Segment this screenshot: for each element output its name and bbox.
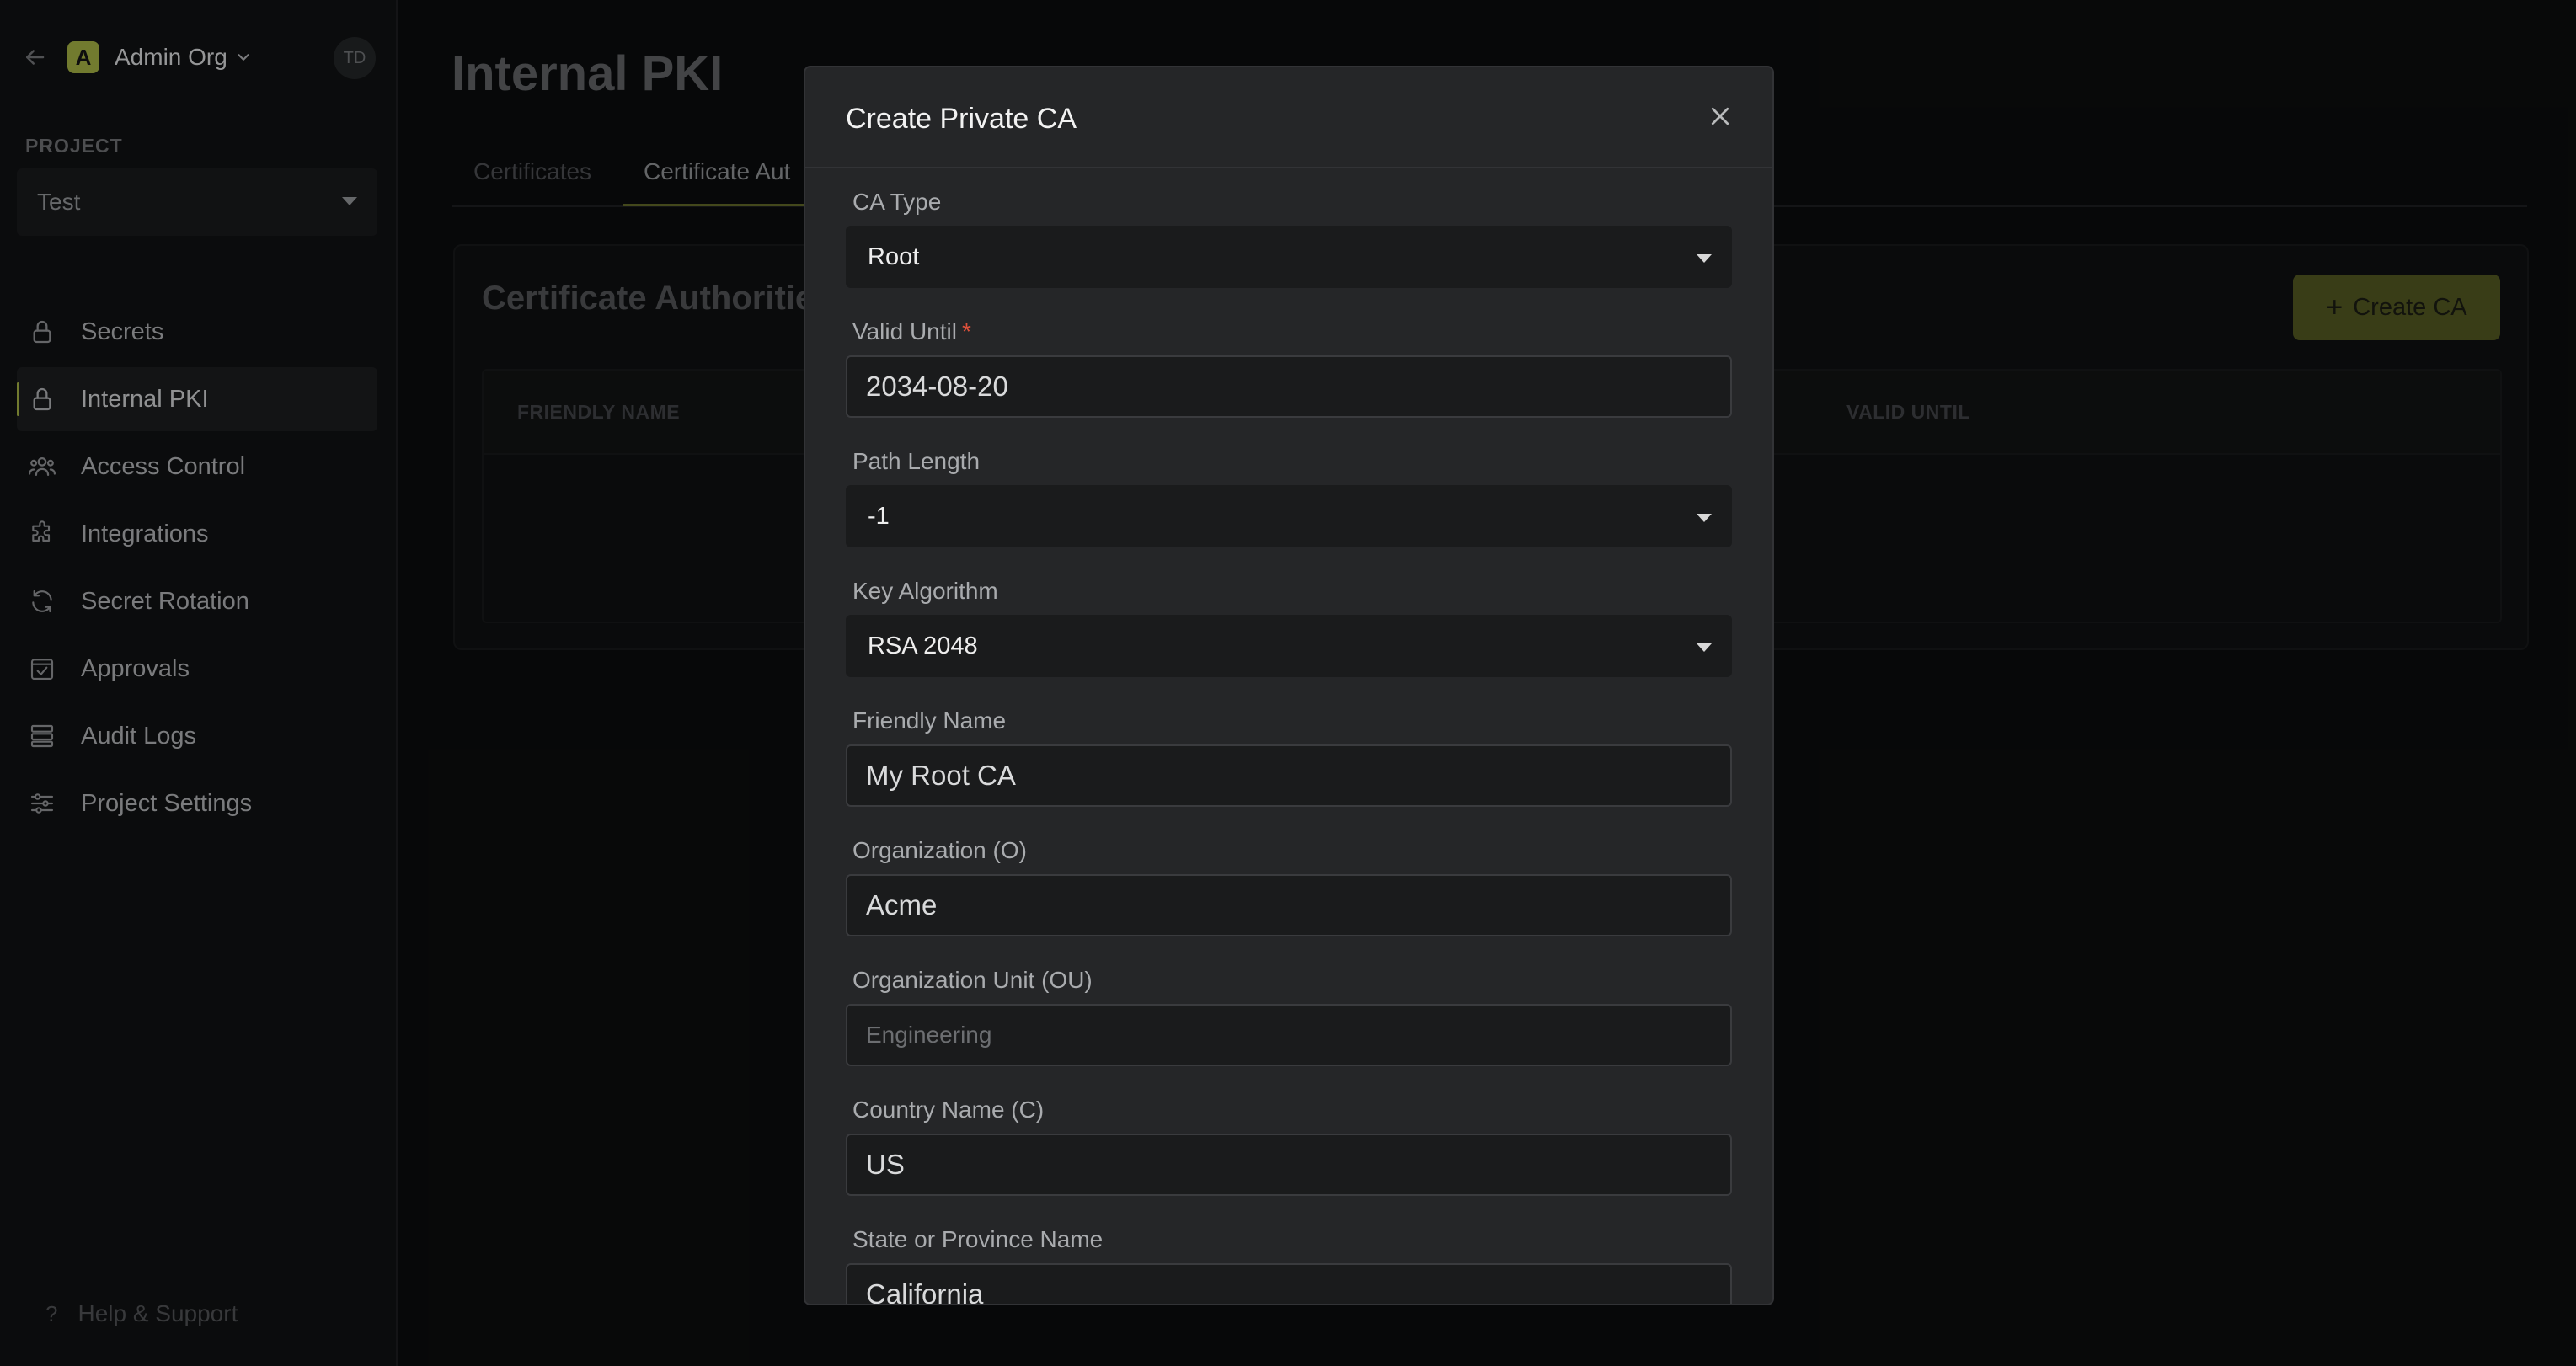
state-value: California xyxy=(866,1278,984,1305)
key-algorithm-select[interactable]: RSA 2048 xyxy=(846,615,1732,677)
state-label: State or Province Name xyxy=(852,1226,1104,1252)
org-unit-input[interactable]: Engineering xyxy=(846,1004,1732,1066)
organization-label: Organization (O) xyxy=(852,837,1027,863)
ca-type-label: CA Type xyxy=(852,189,942,215)
field-ca-type: CA Type Root xyxy=(846,170,1732,300)
field-key-algorithm: Key Algorithm RSA 2048 xyxy=(846,559,1732,689)
field-path-length: Path Length -1 xyxy=(846,430,1732,559)
create-private-ca-modal: Create Private CA CA Type Root Valid Unt… xyxy=(804,66,1774,1305)
modal-title: Create Private CA xyxy=(846,103,1077,135)
valid-until-label: Valid Until * xyxy=(852,318,971,345)
field-valid-until: Valid Until * 2034-08-20 xyxy=(846,300,1732,430)
friendly-name-value: My Root CA xyxy=(866,760,1016,791)
field-state: State or Province Name California xyxy=(846,1208,1732,1305)
ca-type-value: Root xyxy=(868,243,920,270)
ca-type-select[interactable]: Root xyxy=(846,226,1732,288)
path-length-select[interactable]: -1 xyxy=(846,485,1732,547)
modal-body: CA Type Root Valid Until * 2034-08-20 Pat… xyxy=(846,170,1732,1305)
valid-until-input[interactable]: 2034-08-20 xyxy=(846,355,1732,418)
path-length-label: Path Length xyxy=(852,448,981,474)
state-input[interactable]: California xyxy=(846,1263,1732,1305)
required-mark: * xyxy=(961,318,971,344)
org-unit-placeholder: Engineering xyxy=(866,1022,992,1048)
caret-down-icon xyxy=(1697,514,1712,522)
country-value: US xyxy=(866,1149,905,1180)
field-organization: Organization (O) Acme xyxy=(846,819,1732,948)
organization-input[interactable]: Acme xyxy=(846,874,1732,936)
field-country: Country Name (C) US xyxy=(846,1078,1732,1208)
field-org-unit: Organization Unit (OU) Engineering xyxy=(846,948,1732,1078)
caret-down-icon xyxy=(1697,643,1712,652)
valid-until-label-text: Valid Until xyxy=(852,318,957,344)
country-label: Country Name (C) xyxy=(852,1097,1045,1123)
caret-down-icon xyxy=(1697,254,1712,263)
key-algorithm-label: Key Algorithm xyxy=(852,578,998,604)
valid-until-value: 2034-08-20 xyxy=(866,371,1008,402)
path-length-value: -1 xyxy=(868,502,890,530)
friendly-name-label: Friendly Name xyxy=(852,707,1007,734)
close-icon[interactable] xyxy=(1705,101,1735,131)
country-input[interactable]: US xyxy=(846,1134,1732,1196)
field-friendly-name: Friendly Name My Root CA xyxy=(846,689,1732,819)
friendly-name-input[interactable]: My Root CA xyxy=(846,744,1732,807)
key-algorithm-value: RSA 2048 xyxy=(868,632,978,659)
modal-header: Create Private CA xyxy=(805,67,1772,168)
organization-value: Acme xyxy=(866,889,938,920)
org-unit-label: Organization Unit (OU) xyxy=(852,967,1093,993)
